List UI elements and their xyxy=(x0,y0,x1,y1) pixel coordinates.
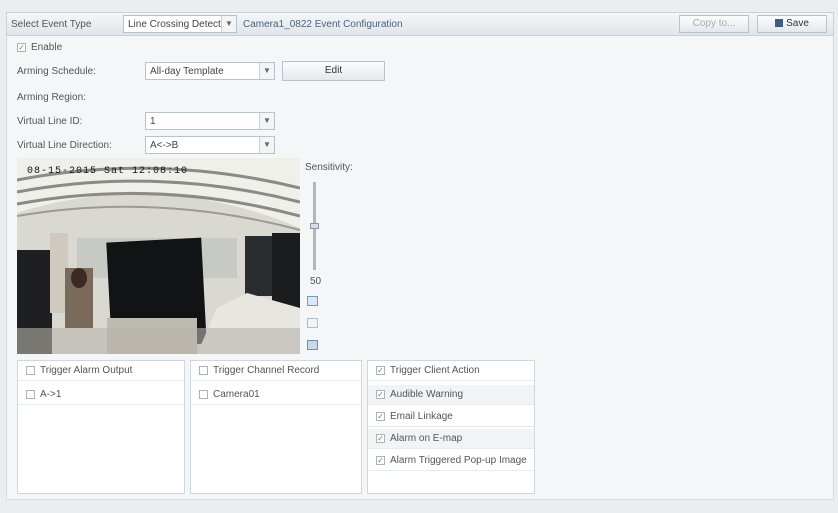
sensitivity-value: 50 xyxy=(310,276,322,287)
chevron-down-icon: ▼ xyxy=(221,16,236,32)
arming-schedule-value: All-day Template xyxy=(150,66,224,77)
enable-checkbox[interactable]: ✓ xyxy=(17,43,26,52)
draw-line-icon[interactable] xyxy=(307,296,318,306)
alarm-output-header[interactable]: Trigger Alarm Output xyxy=(18,361,184,381)
delete-line-icon[interactable] xyxy=(307,318,318,328)
list-item-label: Audible Warning xyxy=(390,389,464,400)
copy-to-label: Copy to... xyxy=(692,18,736,29)
alarm-output-panel: Trigger Alarm Output A->1 xyxy=(17,360,185,494)
alarm-on-emap-checkbox[interactable]: ✓ xyxy=(376,434,385,443)
arming-schedule-select[interactable]: All-day Template ▼ xyxy=(145,62,275,80)
list-item-label: Alarm on E-map xyxy=(390,433,463,444)
arming-region-label: Arming Region: xyxy=(17,92,86,103)
copy-to-button[interactable]: Copy to... xyxy=(679,15,749,33)
event-type-value: Line Crossing Detect... xyxy=(128,19,230,30)
virtual-line-direction-value: A<->B xyxy=(150,140,179,151)
client-action-panel: ✓ Trigger Client Action ✓ Audible Warnin… xyxy=(367,360,535,494)
arming-schedule-label: Arming Schedule: xyxy=(17,66,96,77)
save-icon xyxy=(775,19,784,27)
osd-timestamp: 08-15-2015 Sat 12:08:10 xyxy=(27,166,189,177)
client-action-checkbox[interactable]: ✓ xyxy=(376,366,385,375)
alarm-output-header-label: Trigger Alarm Output xyxy=(40,365,133,376)
list-item[interactable]: ✓ Alarm Triggered Pop-up Image xyxy=(368,451,534,471)
sensitivity-label: Sensitivity: xyxy=(305,162,353,173)
channel-record-header-label: Trigger Channel Record xyxy=(213,365,320,376)
camera-scene-image xyxy=(17,158,300,354)
event-type-label: Select Event Type xyxy=(11,19,92,30)
virtual-line-id-value: 1 xyxy=(150,116,156,127)
list-item-label: Alarm Triggered Pop-up Image xyxy=(390,455,527,466)
enable-label: Enable xyxy=(31,42,63,53)
edit-button[interactable]: Edit xyxy=(282,61,385,81)
client-action-header-label: Trigger Client Action xyxy=(390,365,480,376)
event-configuration-window: Select Event Type Line Crossing Detect..… xyxy=(0,0,838,513)
virtual-line-direction-label: Virtual Line Direction: xyxy=(17,140,112,151)
alarm-output-checkbox[interactable] xyxy=(26,366,35,375)
email-linkage-checkbox[interactable]: ✓ xyxy=(376,412,385,421)
event-type-select[interactable]: Line Crossing Detect... ▼ xyxy=(123,15,237,33)
list-item[interactable]: Camera01 xyxy=(191,385,361,405)
list-item[interactable]: ✓ Audible Warning xyxy=(368,385,534,405)
list-item[interactable]: ✓ Email Linkage xyxy=(368,407,534,427)
virtual-line-id-label: Virtual Line ID: xyxy=(17,116,83,127)
client-action-header[interactable]: ✓ Trigger Client Action xyxy=(368,361,534,381)
live-video-preview[interactable]: 08-15-2015 Sat 12:08:10 xyxy=(17,158,300,354)
chevron-down-icon: ▼ xyxy=(259,137,274,153)
edit-label: Edit xyxy=(324,65,343,76)
channel-record-item-checkbox[interactable] xyxy=(199,390,208,399)
list-item[interactable]: A->1 xyxy=(18,385,184,405)
audible-warning-checkbox[interactable]: ✓ xyxy=(376,390,385,399)
header-bar: Select Event Type Line Crossing Detect..… xyxy=(6,12,834,36)
sensitivity-slider-thumb[interactable] xyxy=(310,223,319,229)
save-button[interactable]: Save xyxy=(757,15,827,33)
list-item[interactable]: ✓ Alarm on E-map xyxy=(368,429,534,449)
list-item-label: Camera01 xyxy=(213,389,260,400)
list-item-label: A->1 xyxy=(40,389,62,400)
popup-image-checkbox[interactable]: ✓ xyxy=(376,456,385,465)
channel-record-header[interactable]: Trigger Channel Record xyxy=(191,361,361,381)
alarm-output-item-checkbox[interactable] xyxy=(26,390,35,399)
save-label: Save xyxy=(786,18,809,29)
clear-all-icon[interactable] xyxy=(307,340,318,350)
list-item-label: Email Linkage xyxy=(390,411,453,422)
config-title: Camera1_0822 Event Configuration xyxy=(243,19,403,30)
channel-record-panel: Trigger Channel Record Camera01 xyxy=(190,360,362,494)
virtual-line-direction-select[interactable]: A<->B ▼ xyxy=(145,136,275,154)
virtual-line-id-select[interactable]: 1 ▼ xyxy=(145,112,275,130)
channel-record-checkbox[interactable] xyxy=(199,366,208,375)
chevron-down-icon: ▼ xyxy=(259,63,274,79)
chevron-down-icon: ▼ xyxy=(259,113,274,129)
